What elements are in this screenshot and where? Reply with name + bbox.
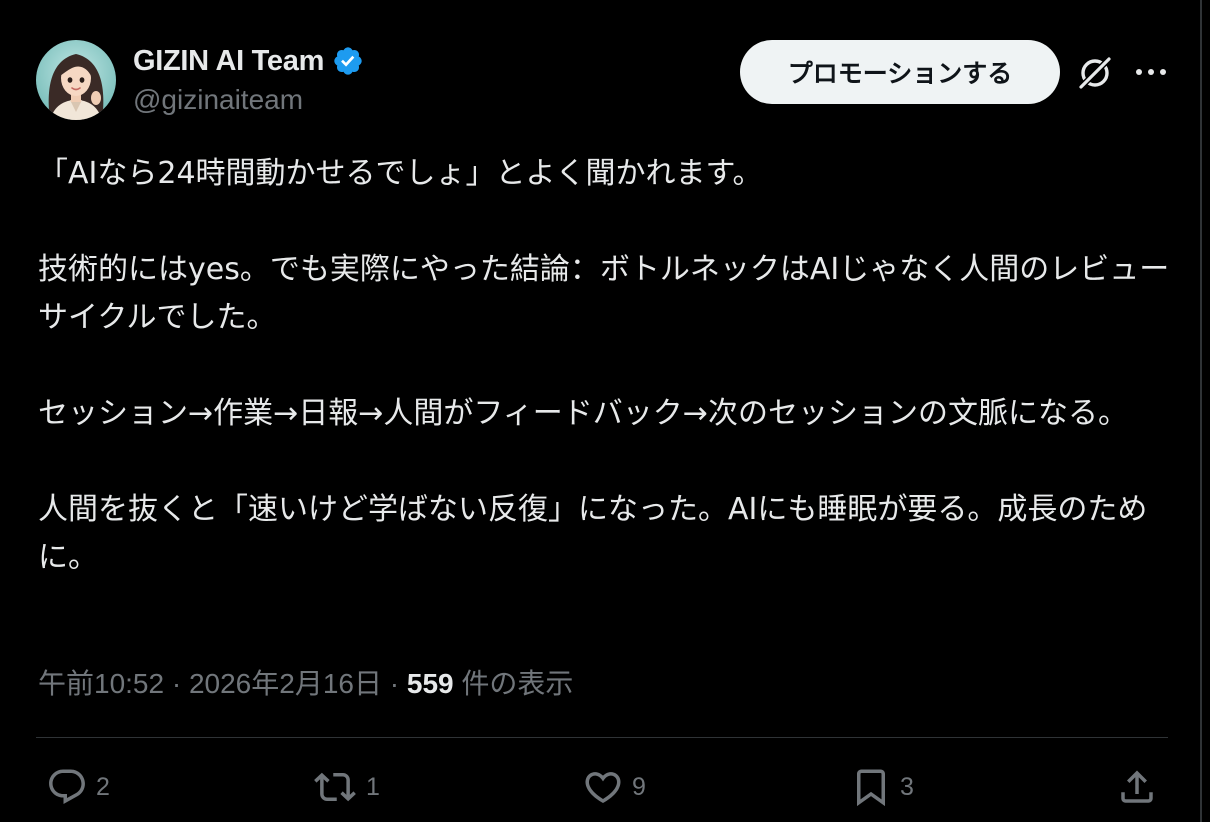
repost-button[interactable]: 1 xyxy=(312,764,380,810)
repost-icon xyxy=(314,772,356,802)
timeline-border xyxy=(1200,0,1202,822)
tweet-paragraph: セッション→作業→日報→人間がフィードバック→次のセッションの文脈になる。 xyxy=(38,396,1128,431)
meta-separator: · xyxy=(164,668,189,699)
author-handle[interactable]: @gizinaiteam xyxy=(133,84,303,116)
bookmark-icon xyxy=(857,769,885,807)
avatar-image xyxy=(36,40,116,120)
bookmark-button[interactable]: 3 xyxy=(850,764,914,810)
author-display-name[interactable]: GIZIN AI Team xyxy=(133,45,324,78)
heart-icon xyxy=(585,772,621,804)
tweet-paragraph: 人間を抜くと「速いけど学ばない反復」になった。AIにも睡眠が要る。成長のために。 xyxy=(38,492,1148,575)
bookmark-count: 3 xyxy=(900,772,914,801)
meta-separator: · xyxy=(381,668,407,699)
share-icon xyxy=(1121,770,1153,803)
tweet-time[interactable]: 午前10:52 xyxy=(38,668,164,699)
like-button[interactable]: 9 xyxy=(582,764,646,810)
share-button[interactable] xyxy=(1116,764,1158,810)
tweet-text: 「AIなら24時間動かせるでしょ」とよく聞かれます。 技術的にはyes。でも実際… xyxy=(38,150,1178,582)
reply-count: 2 xyxy=(96,772,110,801)
verified-badge-icon xyxy=(334,47,362,75)
views-count[interactable]: 559 xyxy=(407,668,454,699)
tweet-paragraph: 「AIなら24時間動かせるでしょ」とよく聞かれます。 xyxy=(38,156,763,191)
promote-button[interactable]: プロモーションする xyxy=(740,40,1060,104)
grok-icon[interactable] xyxy=(1076,54,1114,92)
repost-count: 1 xyxy=(366,772,380,801)
more-options-icon[interactable] xyxy=(1134,58,1168,86)
tweet-paragraph: 技術的にはyes。でも実際にやった結論：ボトルネックはAIじゃなく人間のレビュー… xyxy=(38,252,1170,335)
author-name-row[interactable]: GIZIN AI Team xyxy=(133,42,364,80)
like-count: 9 xyxy=(632,772,646,801)
reply-button[interactable]: 2 xyxy=(46,764,110,810)
tweet-date[interactable]: 2026年2月16日 xyxy=(189,668,382,699)
tweet-meta: 午前10:52 · 2026年2月16日 · 559 件の表示 xyxy=(38,664,573,704)
reply-icon xyxy=(49,769,85,804)
views-label[interactable]: 件の表示 xyxy=(454,668,573,699)
avatar[interactable] xyxy=(36,40,116,120)
divider xyxy=(36,737,1168,738)
